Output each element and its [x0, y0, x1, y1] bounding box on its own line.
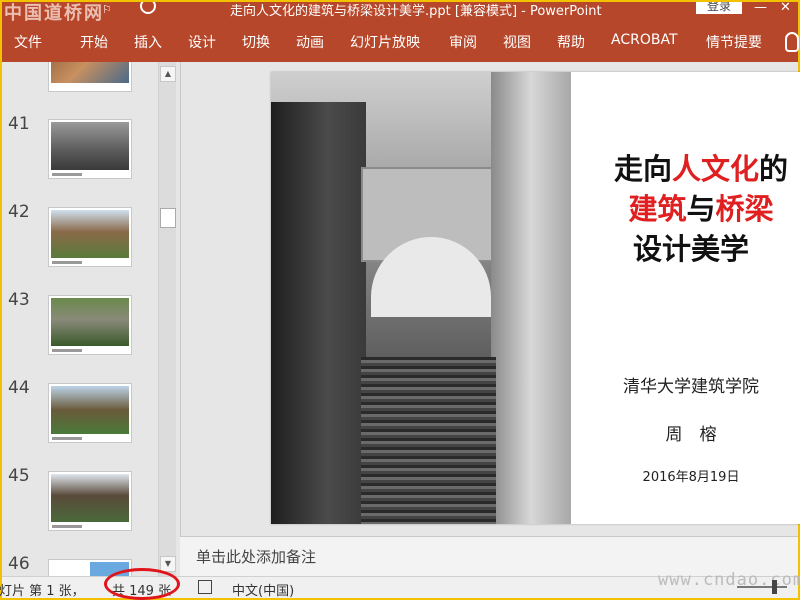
lightbulb-icon[interactable]	[785, 32, 799, 52]
slide-thumbnail[interactable]	[48, 119, 132, 179]
thumbnail-scrollbar[interactable]: ▲ ▼	[158, 62, 176, 576]
slide-thumbnail[interactable]	[48, 559, 132, 576]
slide-number: 45	[8, 466, 30, 486]
slide-photo[interactable]	[271, 72, 571, 524]
tab-insert[interactable]: 插入	[134, 32, 162, 52]
language-indicator[interactable]: 中文(中国)	[232, 580, 294, 599]
notes-placeholder[interactable]: 单击此处添加备注	[196, 546, 316, 567]
title-segment-highlight: 人文化	[671, 152, 759, 186]
slide-position: 幻灯片 第 1 张，	[0, 584, 85, 599]
slide-author[interactable]: 周 榕	[571, 420, 800, 445]
title-segment-highlight: 桥梁	[715, 192, 774, 226]
slide-title-line-1[interactable]: 走向人文化的	[571, 146, 800, 188]
slide-thumbnail[interactable]	[48, 295, 132, 355]
watermark-logo: 中国道桥网	[4, 3, 104, 22]
login-button[interactable]: 登录	[696, 2, 742, 14]
tab-file[interactable]: 文件	[14, 32, 42, 52]
tab-review[interactable]: 审阅	[449, 32, 477, 52]
scroll-up-icon[interactable]: ▲	[160, 66, 176, 82]
ribbon-tabs: 文件 开始 插入 设计 切换 动画 幻灯片放映 审阅 视图 帮助 ACROBAT…	[2, 22, 799, 62]
scrollbar-thumb[interactable]	[160, 208, 176, 228]
slide-canvas[interactable]: 走向人文化的 建筑与桥梁 设计美学 清华大学建筑学院 周 榕 2016年8月19…	[271, 72, 800, 524]
slide-number: 41	[8, 114, 30, 134]
scroll-down-icon[interactable]: ▼	[160, 556, 176, 572]
tab-acrobat[interactable]: ACROBAT	[611, 32, 678, 48]
undo-icon[interactable]	[140, 2, 156, 14]
title-segment: 的	[759, 152, 789, 186]
slide-date[interactable]: 2016年8月19日	[571, 466, 800, 485]
notes-toggle-icon[interactable]	[198, 580, 212, 594]
slide-title-line-3[interactable]: 设计美学	[571, 226, 800, 268]
slide-number: 43	[8, 290, 30, 310]
tab-view[interactable]: 视图	[503, 32, 531, 52]
title-segment: 走向	[613, 152, 672, 186]
tab-animations[interactable]: 动画	[296, 32, 324, 52]
title-bar: 中国道桥网 ⚐ 走向人文化的建筑与桥梁设计美学.ppt [兼容模式] - Pow…	[2, 2, 798, 22]
quick-access-icon[interactable]: ⚐	[102, 3, 116, 16]
tab-transitions[interactable]: 切换	[242, 32, 270, 52]
slide-text-area[interactable]: 走向人文化的 建筑与桥梁 设计美学 清华大学建筑学院 周 榕 2016年8月19…	[571, 72, 800, 524]
close-icon[interactable]: ✕	[780, 2, 791, 15]
slide-editor: 走向人文化的 建筑与桥梁 设计美学 清华大学建筑学院 周 榕 2016年8月19…	[180, 62, 800, 536]
tab-design[interactable]: 设计	[188, 32, 216, 52]
slide-number: 44	[8, 378, 30, 398]
zoom-slider-knob[interactable]	[772, 580, 777, 594]
title-segment-highlight: 建筑	[628, 192, 687, 226]
tab-slideshow[interactable]: 幻灯片放映	[350, 32, 420, 52]
slide-title-line-2[interactable]: 建筑与桥梁	[571, 186, 800, 228]
zoom-slider[interactable]	[737, 586, 787, 588]
minimize-icon[interactable]: —	[754, 2, 767, 15]
slide-number: 46	[8, 554, 30, 574]
tab-home[interactable]: 开始	[80, 32, 108, 52]
slide-thumbnail[interactable]	[48, 207, 132, 267]
tab-storyboard[interactable]: 情节提要	[706, 32, 762, 52]
slide-thumbnail[interactable]	[48, 62, 132, 92]
slide-thumbnail[interactable]	[48, 471, 132, 531]
slide-thumbnail[interactable]	[48, 383, 132, 443]
slide-thumbnail-pane[interactable]: 41 42 43 44 45 46	[2, 62, 180, 576]
title-segment: 与	[686, 192, 716, 226]
tab-help[interactable]: 帮助	[557, 32, 585, 52]
slide-number: 42	[8, 202, 30, 222]
slide-institution[interactable]: 清华大学建筑学院	[571, 372, 800, 397]
document-title: 走向人文化的建筑与桥梁设计美学.ppt [兼容模式] - PowerPoint	[230, 4, 602, 19]
slide-total: 共 149 张	[112, 584, 172, 599]
